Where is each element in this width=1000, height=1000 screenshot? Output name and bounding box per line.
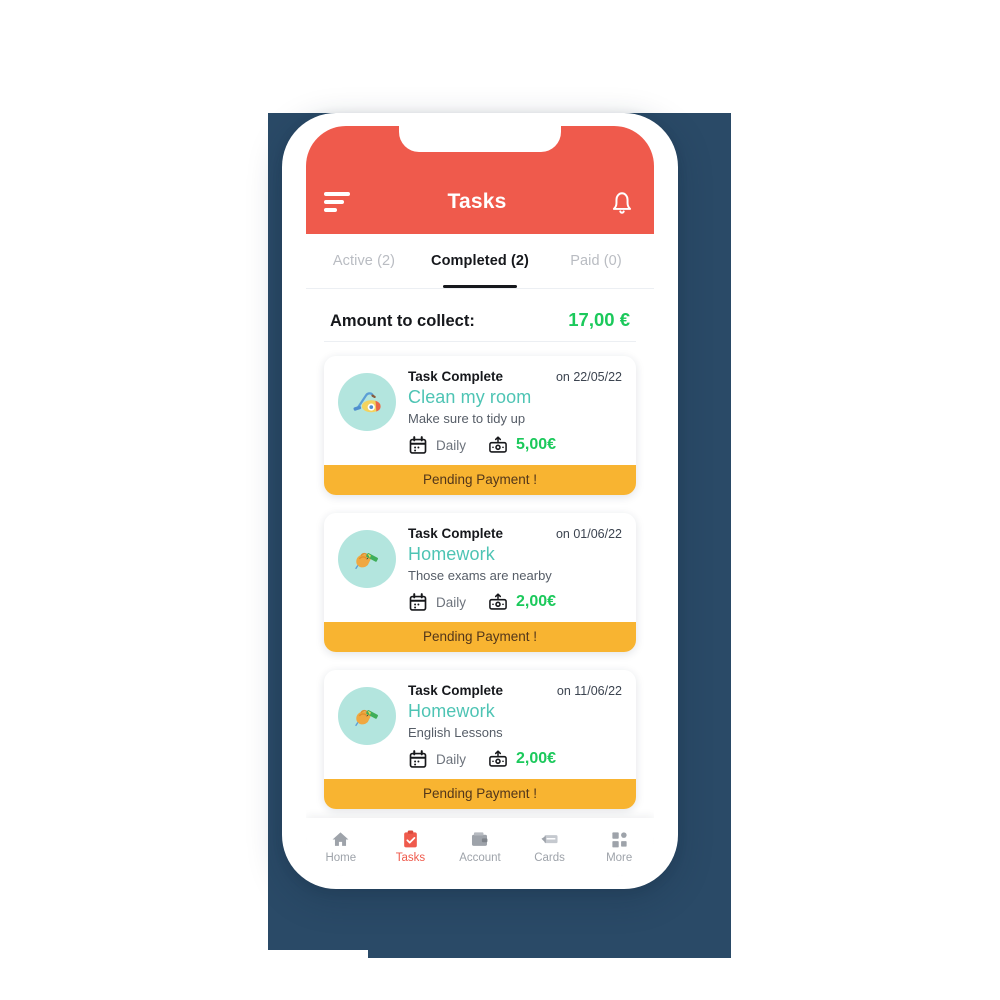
amount-to-collect-label: Amount to collect: <box>330 312 475 330</box>
task-status: Task Complete <box>408 526 504 541</box>
payment-icon <box>489 593 507 610</box>
task-card-body: Task Complete on 01/06/22 Homework Those… <box>408 526 622 612</box>
nav-label-home: Home <box>325 852 357 864</box>
screenshot-canvas: Tasks Active (2) Completed (2) Paid (0) … <box>0 0 1000 1000</box>
payment-icon <box>489 750 507 767</box>
task-price: 5,00€ <box>516 436 557 453</box>
task-title: Clean my room <box>408 387 532 407</box>
tab-active[interactable]: Active (2) <box>306 234 422 288</box>
writing-hand-glyph <box>355 552 378 570</box>
tab-underline <box>559 285 633 289</box>
task-card-header: Task Complete on 01/06/22 <box>408 526 622 541</box>
task-card-body: Task Complete on 11/06/22 Homework Engli… <box>408 683 622 769</box>
nav-item-more[interactable]: More <box>584 830 654 864</box>
tab-completed[interactable]: Completed (2) <box>422 234 538 288</box>
task-meta-row: Daily 2,00€ <box>408 749 622 769</box>
task-title: Homework <box>408 701 495 721</box>
nav-item-tasks[interactable]: Tasks <box>376 830 446 864</box>
pending-payment-button[interactable]: Pending Payment ! <box>324 622 636 652</box>
nav-label-cards: Cards <box>534 852 565 864</box>
phone-screen: Tasks Active (2) Completed (2) Paid (0) … <box>306 126 654 876</box>
task-title: Homework <box>408 544 495 564</box>
bell-icon[interactable] <box>608 187 636 217</box>
payment-icon <box>489 436 507 453</box>
nav-label-more: More <box>606 852 633 864</box>
writing-hand-icon <box>338 530 396 588</box>
tab-paid[interactable]: Paid (0) <box>538 234 654 288</box>
task-status: Task Complete <box>408 683 504 698</box>
task-date: on 22/05/22 <box>555 370 622 384</box>
amount-to-collect-row: Amount to collect: 17,00 € <box>324 289 636 342</box>
task-card-top: Task Complete on 22/05/22 Clean my room … <box>324 356 636 465</box>
task-frequency: Daily <box>436 437 467 453</box>
task-status: Task Complete <box>408 369 504 384</box>
phone-notch <box>399 126 561 152</box>
task-card-top: Task Complete on 11/06/22 Homework Engli… <box>324 670 636 779</box>
task-meta-row: Daily 5,00€ <box>408 435 622 455</box>
task-card[interactable]: Task Complete on 22/05/22 Clean my room … <box>324 356 636 495</box>
card-icon <box>541 835 558 844</box>
task-card-header: Task Complete on 11/06/22 <box>408 683 622 698</box>
bottom-navigation: Home Tasks Account Cards More <box>306 818 654 876</box>
task-card-top: Task Complete on 01/06/22 Homework Those… <box>324 513 636 622</box>
task-price: 2,00€ <box>516 750 557 767</box>
task-card[interactable]: Task Complete on 01/06/22 Homework Those… <box>324 513 636 652</box>
writing-hand-glyph <box>355 709 378 727</box>
nav-label-tasks: Tasks <box>395 852 426 864</box>
task-description: English Lessons <box>408 725 503 740</box>
nav-label-account: Account <box>459 852 501 864</box>
vacuum-cleaner-icon <box>338 373 396 431</box>
tab-bar: Active (2) Completed (2) Paid (0) <box>306 234 654 289</box>
task-list-content: Amount to collect: 17,00 € Task Complete… <box>306 289 654 818</box>
task-meta-row: Daily 2,00€ <box>408 592 622 612</box>
header-bar: Tasks <box>306 170 654 234</box>
calendar-icon <box>409 750 427 768</box>
page-title: Tasks <box>447 190 507 213</box>
app-header: Tasks <box>306 126 654 234</box>
calendar-icon <box>409 593 427 611</box>
writing-hand-icon <box>338 687 396 745</box>
calendar-icon <box>409 436 427 454</box>
task-frequency: Daily <box>436 594 467 610</box>
nav-item-account[interactable]: Account <box>445 830 515 864</box>
task-description: Those exams are nearby <box>408 568 552 583</box>
tab-active-label: Active (2) <box>332 253 396 269</box>
tab-underline <box>327 285 401 289</box>
task-description: Make sure to tidy up <box>408 411 526 426</box>
phone-mockup-frame: Tasks Active (2) Completed (2) Paid (0) … <box>282 113 678 889</box>
navy-backdrop-foot <box>368 900 731 958</box>
task-date: on 11/06/22 <box>556 684 622 698</box>
nav-item-home[interactable]: Home <box>306 830 376 864</box>
task-frequency: Daily <box>436 751 467 767</box>
task-date: on 01/06/22 <box>555 527 622 541</box>
task-card[interactable]: Task Complete on 11/06/22 Homework Engli… <box>324 670 636 809</box>
nav-item-cards[interactable]: Cards <box>515 830 585 864</box>
task-price: 2,00€ <box>516 593 557 610</box>
pending-payment-button[interactable]: Pending Payment ! <box>324 465 636 495</box>
amount-to-collect-value: 17,00 € <box>568 309 630 330</box>
task-card-header: Task Complete on 22/05/22 <box>408 369 622 384</box>
tab-paid-label: Paid (0) <box>570 253 622 269</box>
tab-completed-label: Completed (2) <box>431 253 529 269</box>
home-icon <box>332 832 349 846</box>
pending-payment-button[interactable]: Pending Payment ! <box>324 779 636 809</box>
task-card-body: Task Complete on 22/05/22 Clean my room … <box>408 369 622 455</box>
tab-underline-selected <box>443 284 517 288</box>
clipboard-icon <box>404 830 417 848</box>
vacuum-cleaner-glyph <box>353 392 381 413</box>
task-card-list: Task Complete on 22/05/22 Clean my room … <box>324 342 636 809</box>
grid-icon <box>612 832 627 848</box>
wallet-icon <box>472 832 488 846</box>
